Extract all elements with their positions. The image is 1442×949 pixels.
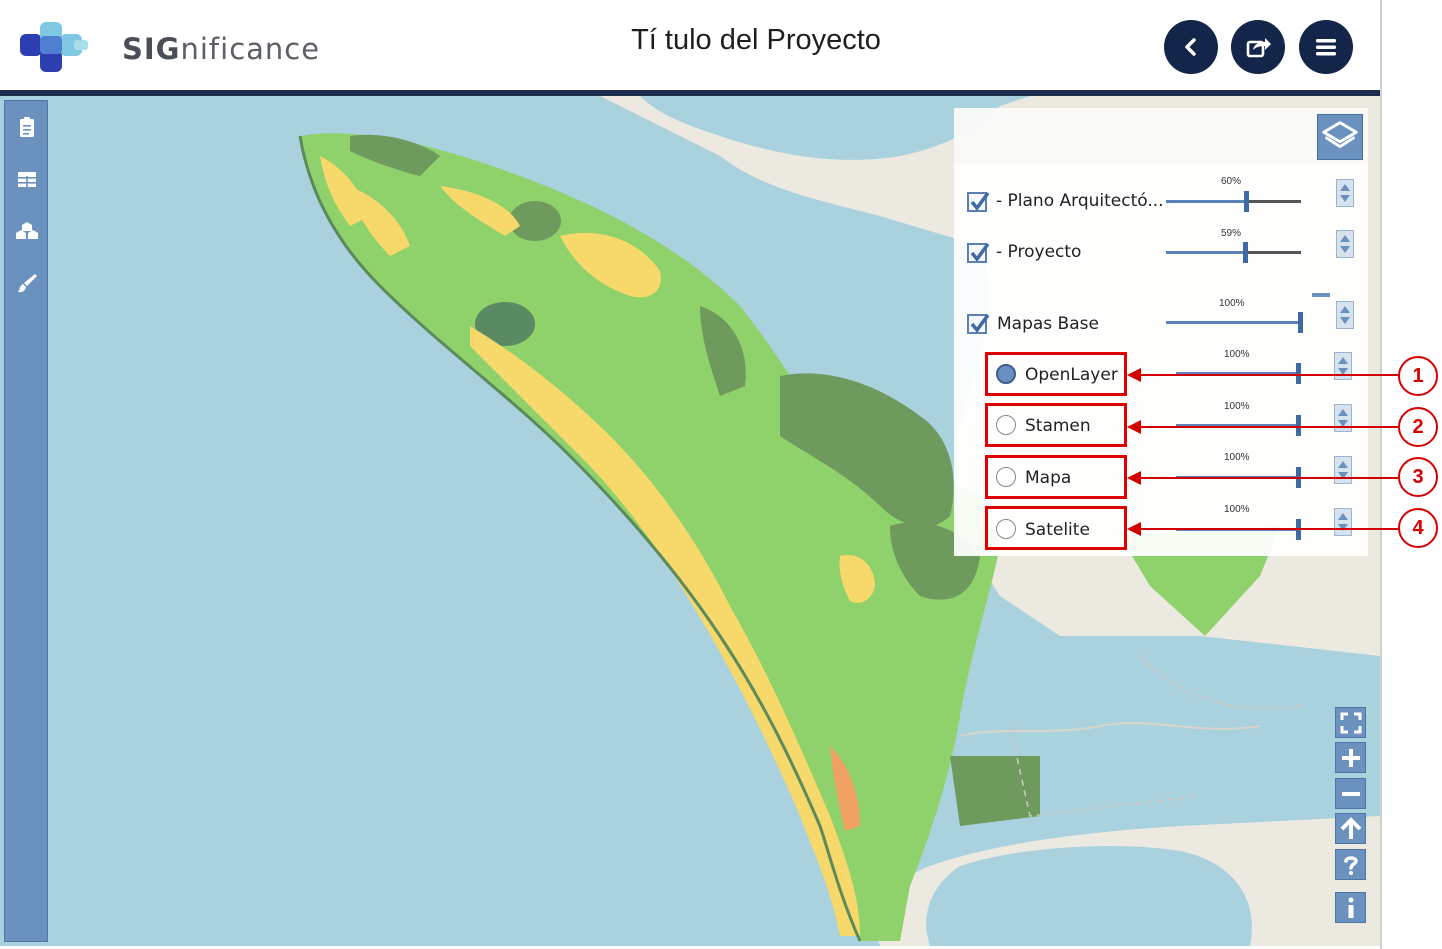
mapas-base-opacity-slider[interactable] bbox=[1166, 312, 1303, 333]
checkmark-icon bbox=[970, 313, 990, 333]
sort-icon bbox=[1340, 235, 1350, 253]
left-toolbar bbox=[4, 100, 48, 942]
mapa-opacity-value: 100% bbox=[1224, 452, 1250, 463]
mapa-label: Mapa bbox=[1025, 468, 1072, 488]
sort-icon bbox=[1340, 306, 1350, 324]
app-header: SIGnificance Tí tulo del Proyecto bbox=[0, 0, 1380, 90]
callout-line-1 bbox=[1138, 374, 1398, 376]
mapa-reorder-button[interactable] bbox=[1334, 456, 1352, 484]
plano-reorder-button[interactable] bbox=[1336, 179, 1354, 207]
sort-icon bbox=[1340, 184, 1350, 202]
layer-panel-header bbox=[954, 108, 1368, 164]
zoom-out-button[interactable] bbox=[1335, 778, 1366, 809]
plano-checkbox[interactable] bbox=[967, 191, 990, 212]
proyecto-opacity-slider[interactable] bbox=[1166, 242, 1301, 263]
mapas-base-opacity-value: 100% bbox=[1219, 298, 1245, 309]
plano-opacity-slider[interactable] bbox=[1166, 191, 1301, 212]
mapas-base-label: Mapas Base bbox=[997, 314, 1099, 334]
share-icon bbox=[1246, 38, 1271, 58]
proyecto-label: - Proyecto bbox=[996, 242, 1082, 262]
help-button[interactable] bbox=[1335, 849, 1366, 880]
brush-icon[interactable] bbox=[15, 271, 39, 295]
zoom-in-button[interactable] bbox=[1335, 742, 1366, 773]
stamen-opacity-value: 100% bbox=[1224, 401, 1250, 412]
layers-toggle-button[interactable] bbox=[1317, 114, 1363, 160]
info-icon bbox=[1348, 897, 1353, 918]
callout-badge-1: 1 bbox=[1398, 356, 1438, 396]
plano-label: - Plano Arquitectó... bbox=[996, 191, 1164, 211]
proyecto-opacity-value: 59% bbox=[1221, 228, 1242, 239]
satelite-reorder-button[interactable] bbox=[1334, 508, 1352, 536]
table-icon[interactable] bbox=[15, 167, 39, 191]
arrow-up-icon bbox=[1340, 816, 1361, 839]
reset-north-button[interactable] bbox=[1335, 813, 1366, 844]
fullscreen-button[interactable] bbox=[1335, 707, 1366, 738]
openlayer-radio[interactable] bbox=[996, 364, 1016, 384]
satelite-radio[interactable] bbox=[996, 519, 1016, 539]
callout-line-2 bbox=[1138, 426, 1398, 428]
layers-icon bbox=[1322, 121, 1358, 148]
clipboard-icon[interactable] bbox=[15, 115, 39, 139]
chevron-left-icon bbox=[1185, 38, 1196, 56]
mapas-base-reorder-button[interactable] bbox=[1336, 301, 1354, 329]
project-title: Tí tulo del Proyecto bbox=[631, 24, 881, 56]
satelite-opacity-value: 100% bbox=[1224, 504, 1250, 515]
callout-line-4 bbox=[1138, 528, 1398, 530]
help-icon bbox=[1343, 855, 1358, 875]
info-button[interactable] bbox=[1335, 892, 1366, 923]
proyecto-checkbox[interactable] bbox=[967, 242, 990, 263]
stamen-label: Stamen bbox=[1025, 416, 1091, 436]
collapse-group-button[interactable] bbox=[1312, 293, 1330, 297]
share-button[interactable] bbox=[1231, 20, 1285, 74]
checkmark-icon bbox=[970, 242, 990, 262]
openlayer-opacity-value: 100% bbox=[1224, 349, 1250, 360]
sort-icon bbox=[1338, 513, 1348, 531]
satelite-label: Satelite bbox=[1025, 520, 1090, 540]
callout-arrow-3 bbox=[1127, 471, 1141, 485]
callout-badge-3: 3 bbox=[1398, 457, 1438, 497]
callout-arrow-1 bbox=[1127, 368, 1141, 382]
openlayer-label: OpenLayer bbox=[1025, 365, 1118, 385]
stamen-radio[interactable] bbox=[996, 415, 1016, 435]
proyecto-reorder-button[interactable] bbox=[1336, 230, 1354, 258]
callout-arrow-2 bbox=[1127, 420, 1141, 434]
callout-badge-4: 4 bbox=[1398, 508, 1438, 548]
hamburger-icon bbox=[1316, 39, 1336, 56]
mapa-radio[interactable] bbox=[996, 467, 1016, 487]
callout-badge-2: 2 bbox=[1398, 407, 1438, 447]
layer-switcher-panel: - Plano Arquitectó... 60% - Proyecto 59%… bbox=[954, 108, 1368, 556]
plano-opacity-value: 60% bbox=[1221, 176, 1242, 187]
zoom-in-icon bbox=[1341, 748, 1360, 767]
cubes-icon[interactable] bbox=[15, 219, 39, 243]
zoom-out-icon bbox=[1341, 791, 1360, 796]
callout-line-3 bbox=[1138, 477, 1398, 479]
checkmark-icon bbox=[970, 191, 990, 211]
callout-arrow-4 bbox=[1127, 522, 1141, 536]
mapas-base-checkbox[interactable] bbox=[967, 313, 990, 334]
menu-button[interactable] bbox=[1299, 20, 1353, 74]
fullscreen-icon bbox=[1340, 712, 1361, 733]
back-button[interactable] bbox=[1164, 20, 1218, 74]
